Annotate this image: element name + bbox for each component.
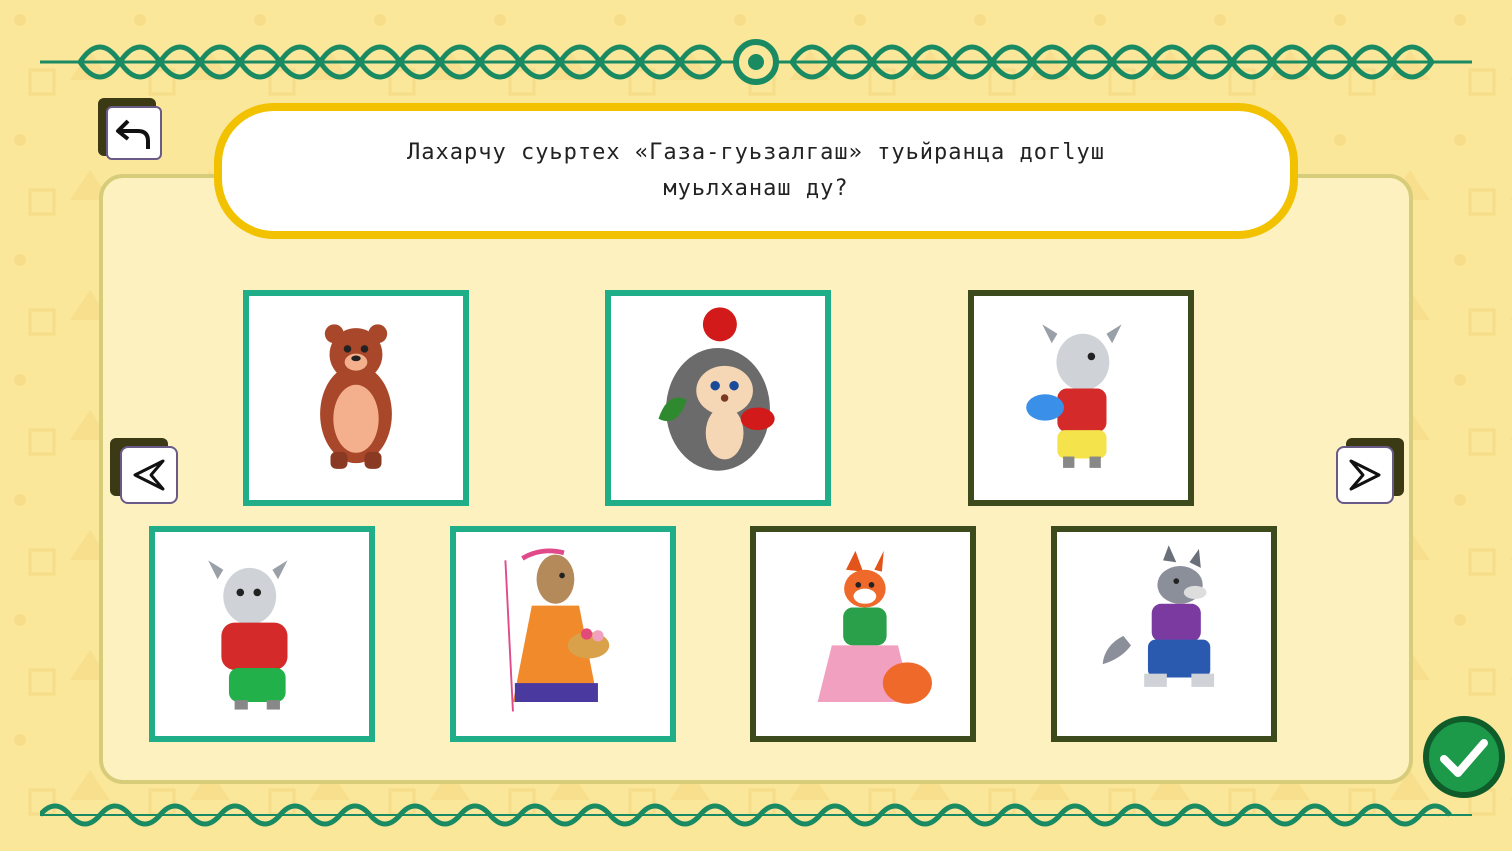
prev-button-face[interactable] — [120, 446, 178, 504]
card-mother-goat[interactable] — [450, 526, 676, 742]
question-line-2: муьлханаш ду? — [663, 176, 849, 201]
confirm-button[interactable] — [1422, 715, 1506, 799]
back-button-face[interactable] — [106, 106, 162, 160]
wolf-icon — [1102, 545, 1215, 687]
goat-kid-red-shirt-icon — [208, 560, 288, 710]
prev-button[interactable] — [110, 438, 180, 508]
fox-icon — [817, 550, 932, 704]
right-arrow-icon — [1349, 459, 1381, 491]
back-button[interactable] — [98, 98, 164, 164]
card-hedgehog[interactable] — [605, 290, 831, 506]
card-bear[interactable] — [243, 290, 469, 506]
mother-goat-icon — [504, 548, 610, 712]
left-arrow-icon — [133, 459, 165, 491]
card-wolf[interactable] — [1051, 526, 1277, 742]
question-line-1: Лахарчу суьртех «Газа-гуьзалгаш» туьйран… — [406, 140, 1105, 165]
hedgehog-icon — [658, 307, 775, 471]
card-goat-kid-red[interactable] — [149, 526, 375, 742]
bear-icon — [320, 324, 392, 469]
question-box: Лахарчу суьртех «Газа-гуьзалгаш» туьйран… — [214, 103, 1298, 239]
bottom-ornament — [40, 803, 1472, 827]
card-goat-kid-blue[interactable] — [968, 290, 1194, 506]
back-arrow-icon — [116, 119, 150, 149]
next-button[interactable] — [1334, 438, 1404, 508]
top-ornament — [40, 39, 1472, 85]
next-button-face[interactable] — [1336, 446, 1394, 504]
goat-kid-blue-shirt-icon — [1026, 324, 1122, 468]
card-fox[interactable] — [750, 526, 976, 742]
